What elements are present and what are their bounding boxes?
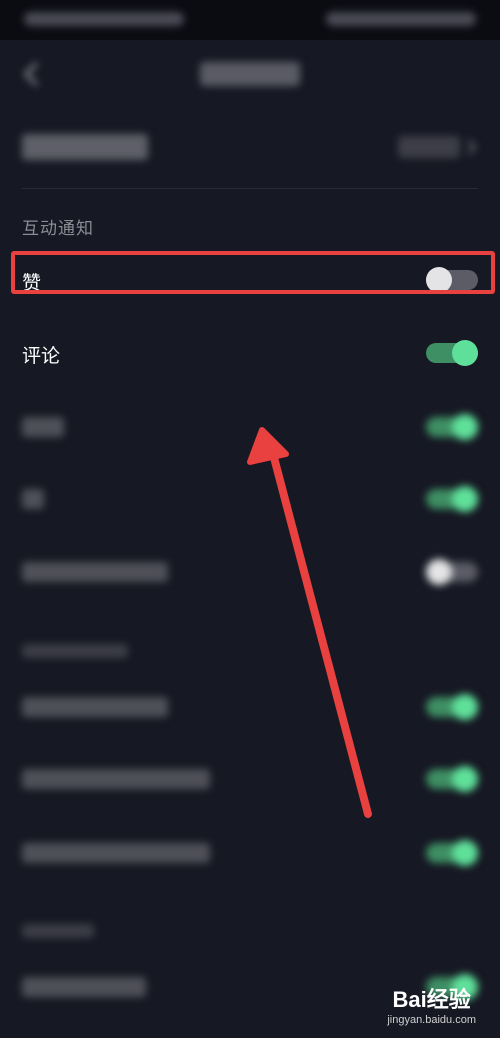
status-bar-left [24,12,184,26]
blurred-row-label [22,417,64,437]
blurred-row-label [22,697,168,717]
comment-toggle[interactable] [426,340,478,366]
push-notification-status [398,136,460,158]
blurred-row-label [22,489,44,509]
blurred-row-label [22,843,210,863]
comment-label: 评论 [22,345,61,367]
divider [22,188,478,189]
highlight-box [11,251,495,294]
blurred-toggle[interactable] [426,559,478,585]
blurred-row-label [22,562,168,582]
toggle-knob [452,340,478,366]
blurred-toggle[interactable] [426,766,478,792]
blurred-row-label [22,977,146,997]
blurred-section-header [22,644,128,658]
status-bar-right [326,12,476,26]
push-notification-label [22,134,148,160]
blurred-toggle[interactable] [426,486,478,512]
status-bar [0,0,500,40]
blurred-toggle[interactable] [426,694,478,720]
back-arrow-icon[interactable] [18,60,46,88]
blurred-section-header [22,924,94,938]
nav-bar [0,40,500,108]
blurred-toggle[interactable] [426,414,478,440]
watermark-url: jingyan.baidu.com [387,1014,476,1026]
page-title [200,62,300,86]
blurred-toggle[interactable] [426,840,478,866]
blurred-row-label [22,769,210,789]
section-header-interaction: 互动通知 [22,219,94,239]
watermark-logo: Bai经验 [392,987,471,1012]
push-notification-row[interactable] [0,118,500,178]
watermark: Bai经验 jingyan.baidu.com [387,982,476,1026]
chevron-right-icon [467,139,477,155]
